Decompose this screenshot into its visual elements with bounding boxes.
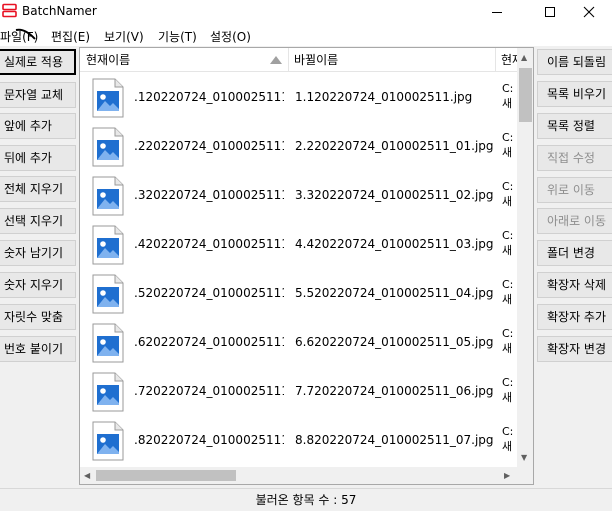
pad-digits-button[interactable]: 자릿수 맞춤 (0, 304, 76, 330)
change-extension-button[interactable]: 확장자 변경 (537, 336, 612, 362)
image-file-icon (92, 176, 124, 216)
scroll-right-icon[interactable]: ▶ (504, 471, 510, 481)
new-name: 1.120220724_010002511.jpg (295, 90, 473, 104)
menu-view[interactable]: 보기(V) (104, 28, 144, 45)
scroll-corner (517, 467, 533, 484)
apply-button[interactable]: 실제로 적용 (0, 49, 76, 75)
clear-list-button[interactable]: 목록 비우기 (537, 81, 612, 107)
list-row[interactable]: .620220724_0100025111_02.jpg 6.620220724… (80, 318, 517, 367)
current-name: .220220724_0100025111_02.jpg (134, 139, 284, 153)
close-button[interactable] (566, 0, 612, 24)
title-bar: BatchNamer (0, 0, 612, 24)
add-numbering-button[interactable]: 번호 붙이기 (0, 336, 76, 362)
image-file-icon (92, 225, 124, 265)
vertical-scroll-thumb[interactable] (519, 68, 532, 122)
list-row[interactable]: .220220724_0100025111_02.jpg 2.220220724… (80, 122, 517, 171)
menu-edit[interactable]: 편집(E) (51, 28, 90, 45)
image-file-icon (92, 127, 124, 167)
current-name: .820220724_0100025111_02.jpg (134, 433, 284, 447)
edit-directly-button[interactable]: 직접 수정 (537, 145, 612, 171)
column-header-new-name[interactable]: 바뀔이름 (288, 48, 496, 72)
clear-selection-button[interactable]: 선택 지우기 (0, 208, 76, 234)
loaded-count-text: 불러온 항목 수 : 57 (255, 493, 357, 507)
clear-all-button[interactable]: 전체 지우기 (0, 176, 76, 202)
append-button[interactable]: 뒤에 추가 (0, 145, 76, 171)
horizontal-scroll-thumb[interactable] (96, 470, 236, 481)
list-row[interactable]: .320220724_0100025111_02.jpg 3.320220724… (80, 171, 517, 220)
new-name: 8.820220724_010002511_07.jpg (295, 433, 494, 447)
new-name: 5.520220724_010002511_04.jpg (295, 286, 494, 300)
new-name: 2.220220724_010002511_01.jpg (295, 139, 494, 153)
image-file-icon (92, 421, 124, 461)
minimize-button[interactable] (474, 0, 520, 24)
current-name: .120220724_0100025111_02.jpg (134, 90, 284, 104)
scroll-up-icon[interactable]: ▲ (521, 53, 527, 63)
current-name: .320220724_0100025111_02.jpg (134, 188, 284, 202)
current-name: .620220724_0100025111_02.jpg (134, 335, 284, 349)
current-name: .420220724_0100025111_02.jpg (134, 237, 284, 251)
current-name: .520220724_0100025111_02.jpg (134, 286, 284, 300)
delete-extension-button[interactable]: 확장자 삭제 (537, 272, 612, 298)
menu-settings[interactable]: 설정(O) (210, 28, 251, 45)
scroll-down-icon[interactable]: ▼ (521, 453, 527, 463)
keep-numbers-button[interactable]: 숫자 남기기 (0, 240, 76, 266)
minimize-icon (492, 12, 502, 13)
selection-mark (15, 28, 36, 40)
list-row[interactable]: .520220724_0100025111_02.jpg 5.520220724… (80, 269, 517, 318)
list-row[interactable]: .820220724_0100025111_02.jpg 8.820220724… (80, 416, 517, 465)
app-icon (2, 3, 17, 18)
image-file-icon (92, 323, 124, 363)
move-down-button[interactable]: 아래로 이동 (537, 208, 612, 234)
new-name: 7.720220724_010002511_06.jpg (295, 384, 494, 398)
image-file-icon (92, 78, 124, 118)
new-name: 3.320220724_010002511_02.jpg (295, 188, 494, 202)
scroll-left-icon[interactable]: ◀ (84, 471, 90, 481)
undo-rename-button[interactable]: 이름 되돌림 (537, 49, 612, 75)
list-row[interactable]: .120220724_0100025111_02.jpg 1.120220724… (80, 73, 517, 122)
horizontal-scrollbar[interactable]: ◀ ▶ (80, 467, 517, 484)
sort-ascending-icon (270, 56, 282, 64)
menu-bar: 파일(F) 편집(E) 보기(V) 기능(T) 설정(O) (0, 24, 612, 46)
vertical-scrollbar[interactable]: ▲ ▼ (517, 48, 533, 467)
new-name: 4.420220724_010002511_03.jpg (295, 237, 494, 251)
prepend-button[interactable]: 앞에 추가 (0, 113, 76, 139)
status-bar: 불러온 항목 수 : 57 (0, 488, 612, 511)
column-header-current-path[interactable]: 현재 (495, 48, 517, 72)
list-row[interactable]: .720220724_0100025111_02.jpg 7.720220724… (80, 367, 517, 416)
list-header: 현재이름 바뀔이름 현재 (80, 48, 517, 72)
change-folder-button[interactable]: 폴더 변경 (537, 240, 612, 266)
window-title: BatchNamer (22, 4, 97, 18)
menu-function[interactable]: 기능(T) (158, 28, 197, 45)
file-list[interactable]: 현재이름 바뀔이름 현재 .120220724_0100025111_02.jp… (79, 47, 534, 485)
move-up-button[interactable]: 위로 이동 (537, 177, 612, 203)
remove-numbers-button[interactable]: 숫자 지우기 (0, 272, 76, 298)
current-name: .720220724_0100025111_02.jpg (134, 384, 284, 398)
sort-list-button[interactable]: 목록 정렬 (537, 113, 612, 139)
image-file-icon (92, 372, 124, 412)
replace-string-button[interactable]: 문자열 교체 (0, 82, 76, 108)
add-extension-button[interactable]: 확장자 추가 (537, 304, 612, 330)
maximize-icon (545, 7, 555, 17)
image-file-icon (92, 274, 124, 314)
list-row[interactable]: .420220724_0100025111_02.jpg 4.420220724… (80, 220, 517, 269)
close-icon (583, 6, 595, 18)
column-header-current-name[interactable]: 현재이름 (80, 48, 288, 72)
new-name: 6.620220724_010002511_05.jpg (295, 335, 494, 349)
